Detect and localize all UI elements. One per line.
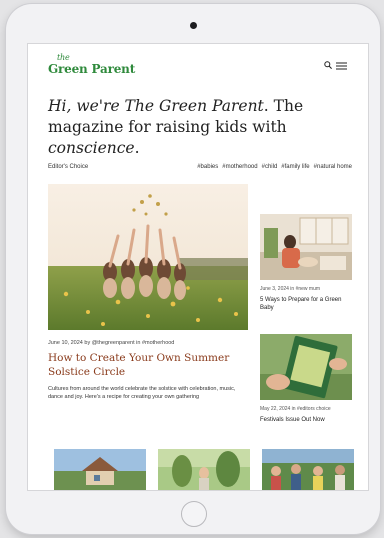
logo-name: Green Parent — [48, 62, 136, 76]
side-article-2-title[interactable]: Festivals Issue Out Now — [260, 416, 352, 424]
tag-natural-home[interactable]: #natural home — [314, 164, 352, 170]
bottom-thumbnail-2[interactable] — [158, 449, 250, 490]
side-article-2-image[interactable] — [260, 334, 352, 400]
logo-prefix: the — [57, 53, 70, 62]
hero-part1: Hi, we're — [48, 97, 125, 115]
hero-part3: . — [134, 139, 140, 157]
feature-meta: June 10, 2024 by @thegreenparent in #mot… — [48, 340, 175, 346]
tablet-frame: the Green Parent Hi, we're The Green Par… — [6, 4, 380, 534]
home-button[interactable] — [181, 501, 207, 527]
hero-headline: Hi, we're The Green Parent. The magazine… — [48, 96, 358, 159]
tag-babies[interactable]: #babies — [197, 164, 218, 170]
bottom-thumbnail-1[interactable] — [54, 449, 146, 490]
search-icon[interactable] — [324, 61, 332, 69]
site-logo[interactable]: the Green Parent — [48, 53, 136, 76]
feature-image[interactable] — [48, 184, 248, 330]
editors-choice-label[interactable]: Editor's Choice — [48, 164, 88, 170]
side-article-2[interactable]: May 22, 2024 in #editors choice Festival… — [260, 334, 352, 424]
side-article-2-meta: May 22, 2024 in #editors choice — [260, 406, 331, 412]
side-article-1-meta: June 3, 2024 in #new mum — [260, 286, 321, 292]
feature-title[interactable]: How to Create Your Own Summer Solstice C… — [48, 351, 248, 379]
side-article-1[interactable]: June 3, 2024 in #new mum 5 Ways to Prepa… — [260, 214, 352, 312]
tag-child[interactable]: #child — [262, 164, 278, 170]
filter-bar: Editor's Choice #babies #motherhood #chi… — [48, 162, 352, 174]
screen: the Green Parent Hi, we're The Green Par… — [27, 43, 369, 491]
hero-brand: The Green Parent — [124, 97, 264, 115]
tag-family-life[interactable]: #family life — [281, 164, 309, 170]
side-article-1-title[interactable]: 5 Ways to Prepare for a Green Baby — [260, 296, 352, 312]
hero-emphasis: conscience — [48, 139, 135, 157]
feature-excerpt: Cultures from around the world celebrate… — [48, 386, 236, 400]
menu-icon[interactable] — [336, 62, 347, 70]
side-article-1-image[interactable] — [260, 214, 352, 280]
bottom-thumbnail-3[interactable] — [262, 449, 354, 490]
front-camera — [190, 22, 197, 29]
tag-list: #babies #motherhood #child #family life … — [197, 164, 352, 170]
tag-motherhood[interactable]: #motherhood — [222, 164, 257, 170]
top-bar: the Green Parent — [28, 44, 368, 88]
